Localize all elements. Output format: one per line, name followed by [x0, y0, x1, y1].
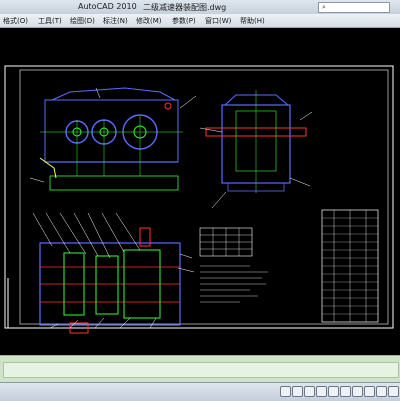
menu-window[interactable]: 窗口(W): [205, 16, 231, 26]
grid-icon[interactable]: [292, 386, 303, 397]
menu-parametric[interactable]: 参数(P): [172, 16, 196, 26]
ucs-icon: [7, 278, 60, 329]
status-bar: [0, 382, 400, 401]
leader-lines: [29, 87, 313, 329]
osnap-icon[interactable]: [328, 386, 339, 397]
app-title: AutoCAD 2010: [78, 2, 137, 11]
assembly-drawing: [4, 65, 394, 334]
snap-icon[interactable]: [280, 386, 291, 397]
drawing-canvas[interactable]: [0, 28, 400, 355]
inner-frame: [19, 69, 389, 325]
title-bar: AutoCAD 2010 二级减速器装配图.dwg ⌕: [0, 0, 400, 14]
menu-dimension[interactable]: 标注(N): [103, 16, 128, 26]
parts-list: [321, 209, 379, 323]
menu-draw[interactable]: 绘图(D): [70, 16, 95, 26]
otrack-icon[interactable]: [340, 386, 351, 397]
zoom-icon[interactable]: [376, 386, 387, 397]
drawing-border: [4, 65, 394, 329]
pan-icon[interactable]: [388, 386, 399, 397]
side-view: [205, 90, 307, 193]
top-view: [39, 227, 181, 334]
command-input[interactable]: [3, 362, 399, 378]
model-icon[interactable]: [352, 386, 363, 397]
search-icon[interactable]: ⌕: [322, 3, 326, 12]
menu-modify[interactable]: 修改(M): [136, 16, 162, 26]
menu-help[interactable]: 帮助(H): [240, 16, 265, 26]
menu-format[interactable]: 格式(O): [3, 16, 28, 26]
menu-tools[interactable]: 工具(T): [38, 16, 62, 26]
document-title: 二级减速器装配图.dwg: [143, 3, 227, 12]
layout-icon[interactable]: [364, 386, 375, 397]
technical-notes: [200, 265, 268, 303]
spec-table: [199, 227, 253, 257]
front-view: [39, 87, 183, 191]
menu-bar: 格式(O) 工具(T) 绘图(D) 标注(N) 修改(M) 参数(P) 窗口(W…: [0, 14, 400, 50]
title-search-box[interactable]: [318, 2, 390, 13]
ortho-icon[interactable]: [304, 386, 315, 397]
polar-icon[interactable]: [316, 386, 327, 397]
command-line[interactable]: [0, 355, 400, 383]
